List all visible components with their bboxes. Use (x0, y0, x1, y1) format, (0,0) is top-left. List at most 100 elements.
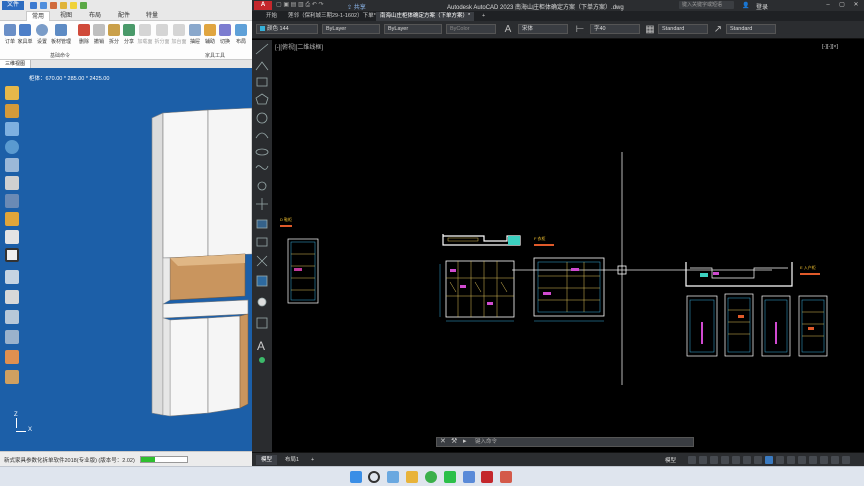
units-icon[interactable] (809, 456, 817, 464)
point-icon[interactable] (256, 198, 268, 210)
settings-button[interactable]: 设置 (33, 24, 51, 50)
tab-3d-view[interactable]: 三维视图 (0, 60, 32, 68)
lineweight-select[interactable]: ByLayer (384, 24, 442, 34)
gradient-icon[interactable] (256, 275, 268, 287)
font-select[interactable]: 宋体 (518, 24, 568, 34)
layout-button[interactable]: 布局 (232, 24, 250, 50)
make-block-icon[interactable] (256, 237, 268, 247)
osnap-toggle-icon[interactable] (732, 456, 740, 464)
maximize-icon[interactable]: ▢ (838, 2, 846, 9)
color-swatch (260, 26, 265, 31)
region-icon[interactable] (257, 297, 267, 307)
spline-icon[interactable] (255, 165, 269, 170)
load-face-button[interactable]: 加载面 (136, 24, 154, 50)
close-icon[interactable]: ✕ (852, 2, 860, 9)
dimension-style-icon[interactable]: ⊢ (574, 24, 586, 36)
mtext-icon[interactable]: A (257, 339, 265, 353)
tab-layout[interactable]: 布局 (83, 11, 107, 21)
text-style-icon[interactable]: A (502, 24, 514, 36)
tab-start[interactable]: 开始 (262, 12, 281, 21)
tab-drawing-1[interactable]: 莲邻（保利城三期29-1-1602）下单* (284, 12, 380, 21)
search-icon[interactable] (368, 471, 380, 483)
table-style-select[interactable]: Standard (658, 24, 708, 34)
start-menu-icon[interactable] (350, 471, 362, 483)
cabinet-3d-model[interactable] (0, 68, 252, 451)
table-style-icon[interactable]: ▦ (644, 24, 656, 36)
quick-access-bar: 文件 (0, 0, 252, 11)
user-icon[interactable]: 👤 (742, 2, 749, 9)
new-file-icon[interactable] (30, 2, 37, 9)
new-tab-button[interactable]: + (478, 12, 489, 21)
tab-fittings[interactable]: 配件 (112, 11, 136, 21)
wechat-icon[interactable] (444, 471, 456, 483)
polar-toggle-icon[interactable] (721, 456, 729, 464)
hatch-icon[interactable] (256, 255, 268, 267)
print-icon[interactable] (60, 2, 67, 9)
color-select[interactable]: 颜色 144 (256, 24, 318, 34)
isolate-icon[interactable] (798, 456, 806, 464)
circle-icon[interactable] (256, 112, 268, 124)
plotstyle-select[interactable]: ByColor (446, 24, 496, 34)
annotation-icon[interactable] (776, 456, 784, 464)
workspace-icon[interactable] (787, 456, 795, 464)
linetype-select[interactable]: ByLayer (322, 24, 380, 34)
selection-cycle-icon[interactable] (765, 456, 773, 464)
autocad-logo[interactable]: A (254, 1, 272, 10)
file-explorer-icon[interactable] (406, 471, 418, 483)
open-icon[interactable] (50, 2, 57, 9)
tab-view[interactable]: 视图 (54, 11, 78, 21)
command-line[interactable]: ✕ ⚒ ▸ 键入命令 (436, 437, 694, 447)
add-layout-button[interactable]: + (306, 455, 319, 465)
polygon-icon[interactable] (255, 93, 269, 105)
dim-style-select[interactable]: Standard (726, 24, 776, 34)
tab-common[interactable]: 常用 (26, 11, 50, 21)
tab-layout1[interactable]: 布局1 (280, 455, 304, 465)
quick-props-icon[interactable] (820, 456, 828, 464)
lineweight-toggle-icon[interactable] (754, 456, 762, 464)
sign-in-link[interactable]: 登录 (756, 2, 768, 11)
share-button[interactable]: ⇪ 共享 (347, 2, 366, 11)
arc-icon[interactable] (255, 132, 269, 139)
tab-special[interactable]: 特量 (140, 11, 164, 21)
polyline-icon[interactable] (255, 61, 269, 71)
add-selected-icon[interactable] (259, 357, 265, 363)
command-input[interactable]: 键入命令 (475, 439, 497, 445)
draw-tool-icons[interactable]: A (252, 40, 272, 370)
otrack-toggle-icon[interactable] (743, 456, 751, 464)
task-view-icon[interactable] (387, 471, 399, 483)
app-icon[interactable] (463, 471, 475, 483)
ortho-toggle-icon[interactable] (710, 456, 718, 464)
customize-menu-icon[interactable] (842, 456, 850, 464)
save-icon[interactable] (40, 2, 47, 9)
revcloud-icon[interactable] (257, 181, 267, 191)
quick-access-icons[interactable]: ▢ ▣ ▤ ▥ ⎙ ↶ ↷ (276, 1, 324, 9)
rectangle-icon[interactable] (256, 77, 268, 87)
text-height-select[interactable]: 字40 (590, 24, 640, 34)
board-manage-button[interactable]: 板材管理 (50, 24, 72, 50)
cabinet-app-taskbar-icon[interactable] (500, 471, 512, 483)
split-face-button[interactable]: 拆分面 (153, 24, 171, 50)
autocad-taskbar-icon[interactable] (481, 471, 493, 483)
3d-viewport[interactable]: 柜体：670.00 * 285.00 * 2425.00 Z X (0, 68, 252, 451)
tab-drawing-2[interactable]: 南海山庄柜体确定方案（下单方案）* (376, 12, 475, 21)
insert-block-icon[interactable] (256, 219, 268, 229)
wrench-icon[interactable]: ⚒ (451, 438, 457, 446)
tab-model-space[interactable]: 模型 (256, 455, 278, 465)
drawing-canvas[interactable]: [-][俯视][二维线框] [-][-][×] D 鞋柜 F 衣柜 E 入户柜 … (272, 40, 864, 452)
furniture-list-button[interactable]: 家具单 (16, 24, 34, 50)
line-icon[interactable] (255, 43, 269, 55)
grid-toggle-icon[interactable] (688, 456, 696, 464)
snap-toggle-icon[interactable] (699, 456, 707, 464)
file-menu-button[interactable]: 文件 (2, 1, 24, 10)
browser-icon[interactable] (425, 471, 437, 483)
search-input[interactable]: 键入关键字或短语 (679, 1, 734, 9)
star-icon[interactable] (70, 2, 77, 9)
multileader-style-icon[interactable]: ↗ (712, 24, 724, 36)
hardware-accel-icon[interactable] (831, 456, 839, 464)
close-command-icon[interactable]: ✕ (440, 438, 446, 446)
minimize-icon[interactable]: – (824, 2, 832, 9)
ellipse-icon[interactable] (255, 148, 269, 156)
model-space-indicator[interactable]: 模型 (665, 456, 676, 464)
tool-icon[interactable] (80, 2, 87, 9)
table-icon[interactable] (256, 317, 268, 329)
